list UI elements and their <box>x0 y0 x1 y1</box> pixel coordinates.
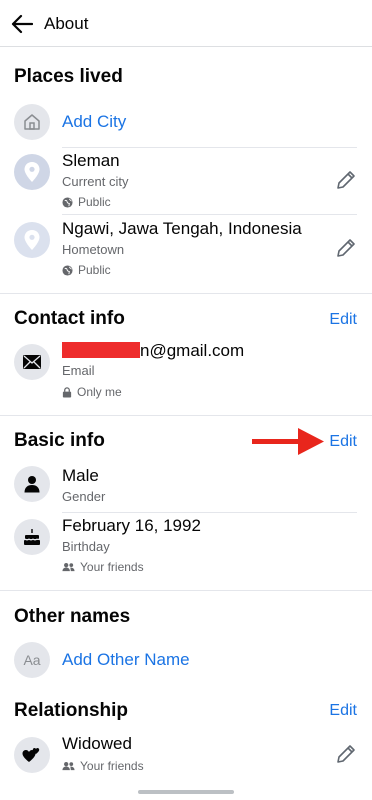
lock-icon <box>62 386 72 398</box>
current-city-label: Current city <box>62 174 129 189</box>
privacy-friends: Your friends <box>62 759 144 773</box>
location-pin-icon <box>14 154 50 190</box>
top-bar: About <box>0 0 372 47</box>
contact-info-title: Contact info <box>14 308 125 329</box>
privacy-friends: Your friends <box>62 560 144 574</box>
home-icon <box>14 104 50 140</box>
privacy-only-me: Only me <box>62 385 122 399</box>
globe-icon <box>62 264 73 276</box>
gender-value: Male <box>62 466 99 485</box>
location-pin-icon <box>14 222 50 258</box>
section-divider <box>0 293 372 294</box>
row-divider <box>62 512 357 513</box>
birthday-label: Birthday <box>62 539 110 554</box>
friends-icon <box>62 762 75 771</box>
add-other-name-link[interactable]: Add Other Name <box>62 650 190 670</box>
red-arrow-annotation <box>252 428 324 455</box>
back-arrow-icon[interactable] <box>8 10 36 38</box>
relationship-edit-link[interactable]: Edit <box>329 702 357 720</box>
section-divider <box>0 590 372 591</box>
envelope-icon <box>14 344 50 380</box>
privacy-public: Public <box>62 195 111 209</box>
relationship-status: Widowed <box>62 734 132 753</box>
globe-icon <box>62 196 73 208</box>
email-visible-part: n@gmail.com <box>140 341 245 360</box>
privacy-label: Public <box>78 195 111 209</box>
basic-info-edit-link[interactable]: Edit <box>329 433 357 451</box>
home-indicator[interactable] <box>138 790 234 794</box>
redaction-mark <box>62 342 140 358</box>
hearts-icon <box>14 737 50 773</box>
hometown-label: Hometown <box>62 242 125 257</box>
current-city-name: Sleman <box>62 151 120 170</box>
text-aa-icon: Aa <box>14 642 50 678</box>
row-divider <box>62 214 357 215</box>
birthday-cake-icon <box>14 519 50 555</box>
privacy-public: Public <box>62 263 111 277</box>
section-divider <box>0 415 372 416</box>
contact-edit-link[interactable]: Edit <box>329 311 357 329</box>
places-lived-title: Places lived <box>14 66 123 87</box>
hometown-name: Ngawi, Jawa Tengah, Indonesia <box>62 219 302 238</box>
page-title: About <box>44 14 89 33</box>
friends-icon <box>62 563 75 572</box>
email-label: Email <box>62 363 95 378</box>
birthday-value: February 16, 1992 <box>62 516 201 535</box>
gender-label: Gender <box>62 489 106 504</box>
privacy-label: Only me <box>77 385 122 399</box>
row-divider <box>62 147 357 148</box>
edit-pencil-icon[interactable] <box>334 742 358 766</box>
privacy-label: Your friends <box>80 759 144 773</box>
edit-pencil-icon[interactable] <box>334 236 358 260</box>
relationship-title: Relationship <box>14 700 129 721</box>
add-city-link[interactable]: Add City <box>62 112 126 132</box>
privacy-label: Public <box>78 263 111 277</box>
basic-info-title: Basic info <box>14 430 105 451</box>
email-value: n@gmail.com <box>62 341 244 361</box>
person-icon <box>14 466 50 502</box>
other-names-title: Other names <box>14 606 131 627</box>
aa-glyph: Aa <box>23 652 41 668</box>
privacy-label: Your friends <box>80 560 144 574</box>
edit-pencil-icon[interactable] <box>334 168 358 192</box>
